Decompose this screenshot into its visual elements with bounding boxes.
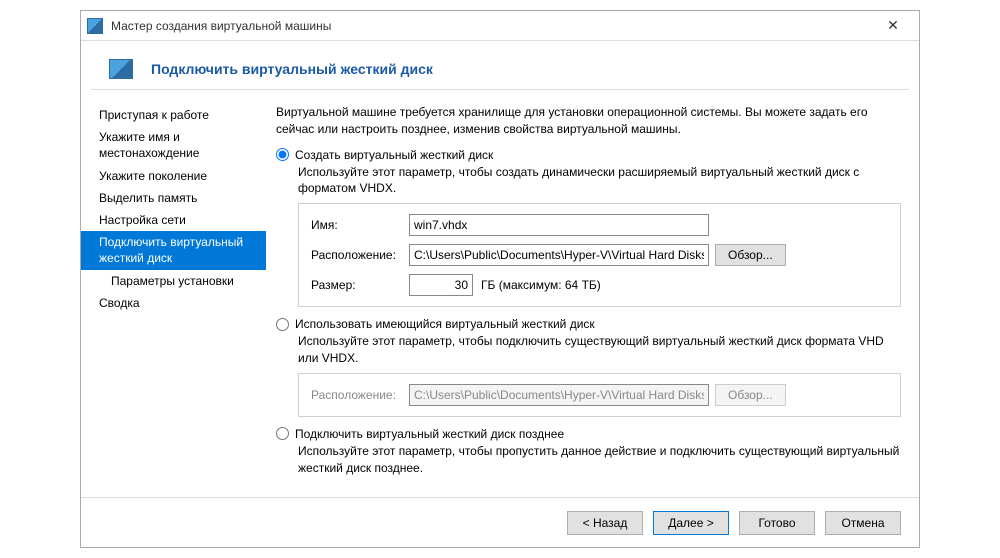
radio-attach-later[interactable] [276,427,289,440]
titlebar: Мастер создания виртуальной машины ✕ [81,11,919,41]
page-title: Подключить виртуальный жесткий диск [151,61,433,77]
radio-use-existing[interactable] [276,318,289,331]
finish-button[interactable]: Готово [739,511,815,535]
app-icon [87,18,103,34]
size-unit: ГБ (максимум: 64 ТБ) [481,278,601,292]
create-vhd-desc: Используйте этот параметр, чтобы создать… [298,164,901,198]
next-button[interactable]: Далее > [653,511,729,535]
wizard-footer: < Назад Далее > Готово Отмена [81,497,919,547]
radio-use-existing-label: Использовать имеющийся виртуальный жестк… [295,317,595,331]
sidebar-item-start[interactable]: Приступая к работе [81,104,266,126]
name-label: Имя: [311,218,403,232]
attach-later-desc: Используйте этот параметр, чтобы пропуст… [298,443,901,477]
vhd-name-input[interactable] [409,214,709,236]
sidebar-item-vhd[interactable]: Подключить виртуальный жесткий диск [81,231,266,269]
intro-text: Виртуальной машине требуется хранилище д… [276,104,901,138]
sidebar-item-install-options[interactable]: Параметры установки [81,270,266,292]
sidebar-item-name-location[interactable]: Укажите имя и местонахождение [81,126,266,164]
option-use-existing: Использовать имеющийся виртуальный жестк… [276,317,901,417]
use-existing-desc: Используйте этот параметр, чтобы подключ… [298,333,901,367]
close-icon[interactable]: ✕ [873,12,913,40]
location-label: Расположение: [311,248,403,262]
sidebar-item-generation[interactable]: Укажите поколение [81,165,266,187]
cancel-button[interactable]: Отмена [825,511,901,535]
wizard-dialog: Мастер создания виртуальной машины ✕ Под… [80,10,920,548]
size-label: Размер: [311,278,403,292]
existing-browse-button: Обзор... [715,384,786,406]
wizard-body: Приступая к работе Укажите имя и местона… [81,94,919,497]
create-vhd-form: Имя: Расположение: Обзор... Размер: ГБ (… [298,203,901,307]
wizard-steps-sidebar: Приступая к работе Укажите имя и местона… [81,94,266,497]
existing-location-label: Расположение: [311,388,403,402]
window-title: Мастер создания виртуальной машины [111,19,873,33]
sidebar-item-network[interactable]: Настройка сети [81,209,266,231]
radio-create-vhd[interactable] [276,148,289,161]
page-header: Подключить виртуальный жесткий диск [81,41,919,89]
existing-location-input [409,384,709,406]
sidebar-item-memory[interactable]: Выделить память [81,187,266,209]
back-button[interactable]: < Назад [567,511,643,535]
option-attach-later: Подключить виртуальный жесткий диск позд… [276,427,901,477]
wizard-icon [109,59,133,79]
radio-attach-later-label: Подключить виртуальный жесткий диск позд… [295,427,564,441]
radio-create-vhd-label: Создать виртуальный жесткий диск [295,148,493,162]
browse-button[interactable]: Обзор... [715,244,786,266]
option-create-vhd: Создать виртуальный жесткий диск Использ… [276,148,901,308]
sidebar-item-summary[interactable]: Сводка [81,292,266,314]
use-existing-form: Расположение: Обзор... [298,373,901,417]
vhd-location-input[interactable] [409,244,709,266]
divider [91,89,909,90]
wizard-content: Виртуальной машине требуется хранилище д… [266,94,919,497]
vhd-size-input[interactable] [409,274,473,296]
